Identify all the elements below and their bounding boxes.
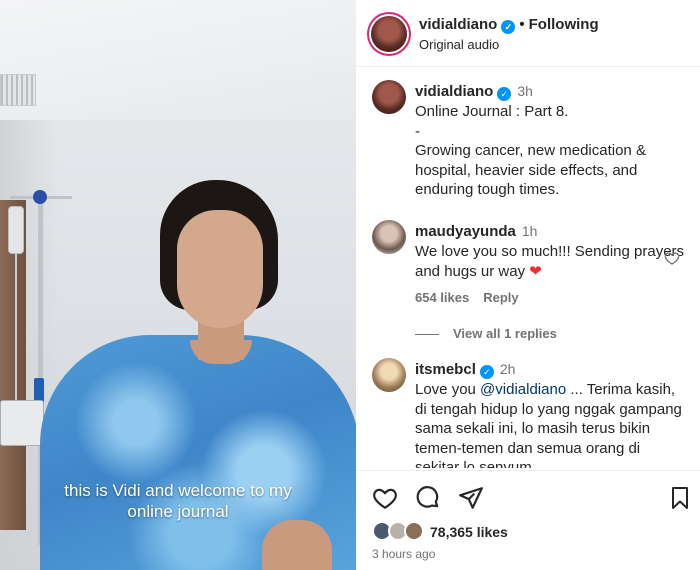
post-caption: vidialdiano ✓ 3h Online Journal : Part 8. … [356,80,700,215]
verified-icon: ✓ [479,365,494,379]
comment-username[interactable]: itsmebcl [415,361,476,378]
caption-line-4: hospital, heavier side effects, and [415,161,638,179]
reply-button[interactable]: Reply [483,290,518,305]
caption-author-line: vidialdiano ✓ 3h [415,82,685,102]
caption-username[interactable]: vidialdiano [415,83,493,100]
comment-item: maudyayunda 1h We love you so much!!! Sen… [356,220,700,345]
post-header: vidialdiano ✓ • Following Original audio [356,0,700,67]
comment-body: We love you so much!!! Sending prayers a… [415,243,685,280]
person-arm [262,520,332,570]
post-panel: vidialdiano ✓ • Following Original audio vi… [356,0,700,570]
post-actions: 78,365 likes 3 hours ago [356,470,700,570]
commenter-avatar[interactable] [372,220,406,254]
comment-item: itsmebcl ✓ 2h Love you @vidialdiano ... Te… [356,358,700,468]
video-caption-line-1: this is Vidi and welcome to my [64,481,292,500]
share-icon[interactable] [458,485,484,516]
verified-icon: ✓ [501,20,516,34]
comment-text: We love you so much!!! Sending prayers a… [415,242,685,281]
comments-feed[interactable]: vidialdiano ✓ 3h Online Journal : Part 8. … [356,68,700,468]
red-heart-emoji: ❤ [529,262,542,280]
caption-line-2: - [415,122,420,140]
caption-line-5: enduring tough times. [415,181,560,198]
iv-bag [8,206,24,254]
iv-knob [33,190,47,204]
reel-video[interactable]: this is Vidi and welcome to my online jo… [0,0,356,570]
comment-author-line: itsmebcl ✓ 2h [415,360,685,380]
commenter-avatar[interactable] [372,358,406,392]
caption-line-3: Growing cancer, new medication & [415,142,646,159]
comment-icon[interactable] [415,485,441,516]
comment-text: Love you @vidialdiano ... Terima kasih, … [415,380,685,468]
caption-line-1: Online Journal : Part 8. [415,103,569,120]
comment-meta: 654 likes Reply [415,290,519,305]
likes-count[interactable]: 78,365 likes [430,524,508,540]
caption-avatar[interactable] [372,80,406,114]
air-vent [0,74,36,106]
heart-icon[interactable] [372,485,398,516]
comment-body-start: Love you [415,381,481,398]
comment-author-line: maudyayunda 1h [415,222,685,242]
person-face [177,210,263,328]
author-avatar[interactable] [371,16,407,52]
video-caption-line-2: online journal [127,502,229,521]
view-replies-label[interactable]: View all 1 replies [453,326,557,341]
separator-dot: • [519,16,525,33]
caption-time: 3h [517,83,533,99]
verified-icon: ✓ [497,87,512,101]
ceiling [0,0,356,120]
heart-icon[interactable] [664,250,680,271]
iv-pump [0,400,44,446]
comment-username[interactable]: maudyayunda [415,223,516,240]
following-button[interactable]: Following [529,16,599,33]
author-username[interactable]: vidialdiano [419,16,497,33]
bookmark-icon[interactable] [668,485,692,516]
mention-link[interactable]: @vidialdiano [480,381,566,398]
comment-time: 2h [499,361,516,377]
author-line: vidialdiano ✓ • Following [419,16,599,34]
original-audio-link[interactable]: Original audio [419,37,499,52]
replies-line [415,334,439,336]
comment-likes[interactable]: 654 likes [415,290,469,305]
view-replies-button[interactable]: View all 1 replies [415,326,557,341]
post-timestamp[interactable]: 3 hours ago [372,547,435,561]
comment-time: 1h [521,223,538,239]
liker-avatar [404,521,424,541]
